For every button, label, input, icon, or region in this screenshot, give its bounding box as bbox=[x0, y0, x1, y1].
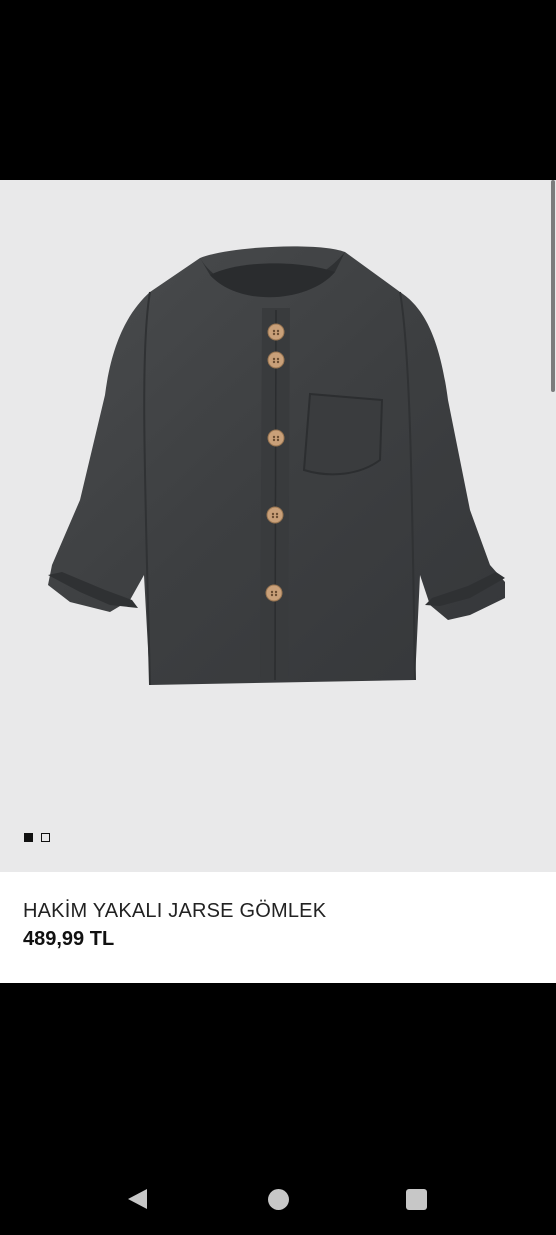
product-image-gallery[interactable] bbox=[0, 180, 556, 872]
product-info[interactable]: HAKİM YAKALI JARSE GÖMLEK 489,99 TL bbox=[0, 872, 556, 983]
pager-dot[interactable] bbox=[41, 833, 50, 842]
screen: HAKİM YAKALI JARSE GÖMLEK 489,99 TL bbox=[0, 0, 556, 1235]
recents-icon[interactable] bbox=[406, 1189, 427, 1210]
back-icon[interactable] bbox=[128, 1189, 147, 1209]
top-spacer bbox=[0, 0, 556, 180]
gallery-pager bbox=[24, 833, 50, 842]
shirt-image bbox=[48, 246, 505, 686]
product-price: 489,99 TL bbox=[23, 928, 115, 950]
pager-dot-active[interactable] bbox=[24, 833, 33, 842]
product-name: HAKİM YAKALI JARSE GÖMLEK bbox=[23, 900, 327, 922]
scrollbar[interactable] bbox=[551, 180, 555, 392]
home-icon[interactable] bbox=[268, 1189, 289, 1210]
system-nav-bar bbox=[0, 1160, 556, 1235]
